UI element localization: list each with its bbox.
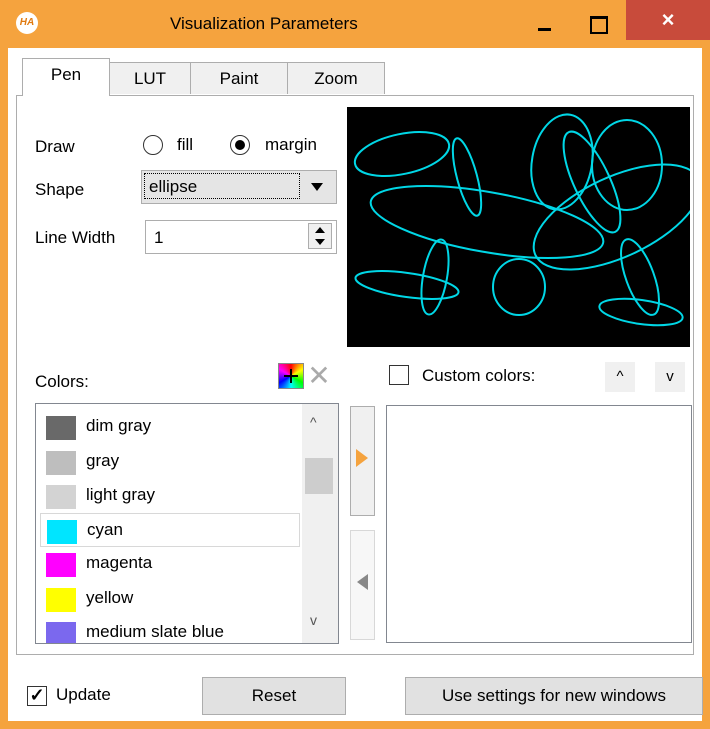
ellipse-preview-drawing — [353, 113, 702, 327]
colors-scrollbar[interactable] — [302, 404, 338, 643]
update-checkbox[interactable]: ✓ — [27, 686, 47, 706]
preview-ellipse — [598, 297, 684, 327]
preview-ellipse — [369, 185, 605, 259]
window-title: Visualization Parameters — [170, 14, 358, 33]
update-label[interactable]: Update — [56, 685, 111, 705]
spin-down-icon[interactable] — [315, 239, 325, 245]
preview-ellipse — [620, 238, 660, 316]
reset-button[interactable]: Reset — [202, 677, 346, 715]
arrow-left-icon — [357, 574, 368, 590]
margin-radio-label[interactable]: margin — [265, 135, 317, 155]
pen-preview — [347, 107, 702, 347]
color-name: cyan — [87, 520, 123, 539]
preview-ellipse — [354, 270, 460, 300]
list-item-medium-slate-blue[interactable]: medium slate blue — [40, 616, 300, 643]
custom-colors-checkbox[interactable] — [389, 365, 409, 385]
fill-radio-label[interactable]: fill — [177, 135, 193, 155]
color-name: magenta — [86, 553, 153, 572]
color-swatch — [46, 622, 76, 643]
spin-up-icon[interactable] — [315, 227, 325, 233]
line-width-value[interactable]: 1 — [154, 228, 163, 248]
maximize-button[interactable] — [578, 6, 622, 42]
title-bar[interactable]: HA Visualization Parameters × — [0, 0, 710, 48]
preview-ellipse — [492, 258, 546, 316]
shape-dropdown-value[interactable]: ellipse — [144, 173, 300, 199]
scroll-up-icon[interactable]: ^ — [310, 414, 317, 430]
line-width-label: Line Width — [35, 228, 116, 247]
preview-ellipse — [530, 113, 594, 211]
scrollbar-thumb[interactable] — [305, 458, 333, 494]
tab-pen[interactable]: Pen — [22, 58, 110, 96]
list-item-light-gray[interactable]: light gray — [40, 479, 300, 513]
chevron-down-icon[interactable] — [311, 183, 323, 191]
color-name: medium slate blue — [86, 622, 224, 641]
remove-color-icon[interactable]: ✕ — [306, 362, 332, 390]
preview-ellipse — [451, 137, 483, 217]
custom-colors-list[interactable] — [386, 405, 692, 643]
preview-ellipse — [420, 238, 450, 316]
list-item-yellow[interactable]: yellow — [40, 582, 300, 616]
arrow-right-icon — [356, 449, 368, 467]
colors-label: Colors: — [35, 372, 89, 391]
add-color-icon[interactable] — [278, 363, 304, 389]
use-settings-button[interactable]: Use settings for new windows — [405, 677, 703, 715]
list-item-dim-gray[interactable]: dim gray — [40, 410, 300, 444]
draw-label: Draw — [35, 137, 75, 156]
tab-lut[interactable]: LUT — [109, 62, 191, 94]
list-item-magenta[interactable]: magenta — [40, 547, 300, 581]
preview-ellipse — [353, 131, 451, 177]
scroll-down-icon[interactable]: v — [310, 612, 317, 628]
color-name: dim gray — [86, 416, 152, 435]
close-button[interactable]: × — [626, 0, 710, 40]
color-name: light gray — [86, 485, 155, 504]
shape-label: Shape — [35, 180, 85, 199]
fill-radio[interactable] — [143, 135, 163, 155]
minimize-button[interactable] — [524, 6, 568, 42]
move-down-button[interactable]: v — [655, 362, 685, 392]
color-swatch — [46, 416, 76, 440]
app-icon: HA — [16, 12, 38, 34]
move-up-button[interactable]: ^ — [605, 362, 635, 392]
color-swatch — [46, 553, 76, 577]
tab-paint[interactable]: Paint — [190, 62, 288, 94]
color-swatch — [46, 588, 76, 612]
custom-colors-label[interactable]: Custom colors: — [422, 366, 535, 386]
list-item-gray[interactable]: gray — [40, 445, 300, 479]
color-swatch — [47, 520, 77, 544]
color-name: gray — [86, 451, 120, 470]
margin-radio[interactable] — [230, 135, 250, 155]
list-item-cyan[interactable]: cyan — [40, 513, 300, 547]
color-swatch — [46, 451, 76, 475]
color-swatch — [46, 485, 76, 509]
colors-list[interactable]: dim gray gray light gray cyan magenta ye… — [35, 403, 339, 644]
color-name: yellow — [86, 588, 134, 607]
tab-zoom[interactable]: Zoom — [287, 62, 385, 94]
